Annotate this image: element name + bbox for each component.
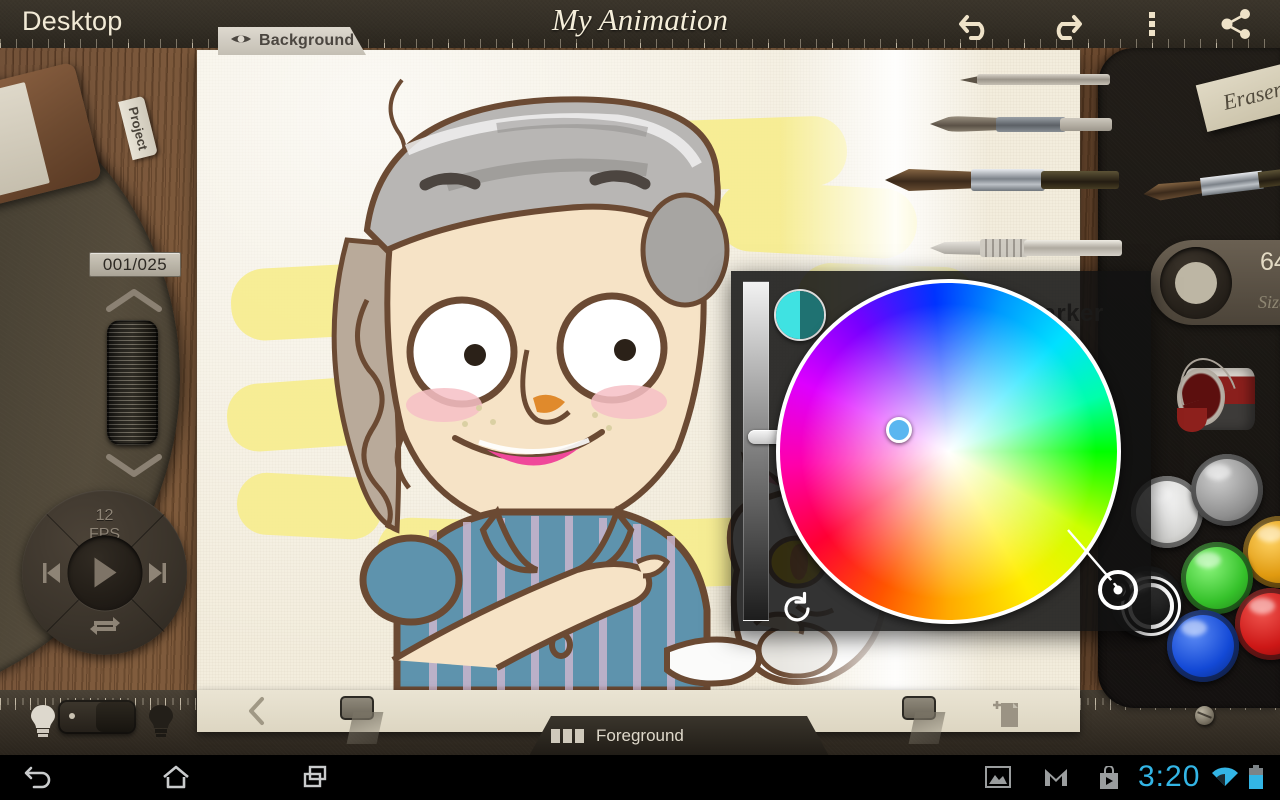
- palette-jar-gray[interactable]: [1191, 454, 1263, 526]
- brush-ferrule: [996, 117, 1066, 132]
- onion-skin-on-icon: [30, 704, 56, 743]
- gallery-icon[interactable]: [985, 766, 1011, 793]
- brush-ferrule: [971, 169, 1045, 191]
- redo-button[interactable]: [1044, 4, 1086, 44]
- previous-frame-button[interactable]: [40, 560, 66, 591]
- brush-bristles: [885, 168, 977, 192]
- brush-bristles: [930, 116, 1000, 132]
- frame-thumbnail-card: [902, 696, 936, 720]
- brightness-slider[interactable]: [743, 281, 788, 621]
- frame-thumbnail[interactable]: [902, 696, 936, 720]
- desktop-button[interactable]: Desktop: [22, 6, 122, 37]
- toggle-indicator-dot: [69, 713, 75, 719]
- layer-tab-background[interactable]: Background: [218, 27, 366, 55]
- notebook-pages: [0, 81, 50, 206]
- current-color-half: [776, 291, 800, 339]
- project-tab-label: Project: [125, 104, 151, 152]
- color-wheel-cursor[interactable]: [886, 417, 912, 443]
- add-frame-button[interactable]: [992, 695, 1024, 736]
- brush-size-preview: [1160, 247, 1232, 319]
- decorative-screw: [1195, 706, 1214, 725]
- fps-value: 12: [95, 507, 114, 524]
- toggle-knob[interactable]: [96, 702, 134, 732]
- pencil-shaft: [977, 74, 1110, 85]
- brush-handle: [1041, 171, 1119, 189]
- layer-tab-label: Foreground: [596, 726, 684, 745]
- frame-thumbnail-card: [340, 696, 374, 720]
- wifi-icon[interactable]: [1211, 767, 1239, 794]
- undo-button[interactable]: [955, 4, 997, 44]
- share-button[interactable]: [1215, 4, 1257, 44]
- battery-icon[interactable]: [1248, 765, 1264, 794]
- animation-app: Project 001/025 12 FPS: [0, 0, 1280, 800]
- tool-pencil[interactable]: [955, 72, 1110, 88]
- pen-nib: [930, 241, 986, 255]
- frame-counter[interactable]: 001/025: [89, 252, 181, 277]
- color-swatch-compare[interactable]: [774, 289, 826, 341]
- previous-color-half: [800, 291, 824, 339]
- color-reset-button[interactable]: [779, 591, 815, 632]
- pen-barrel: [1024, 240, 1122, 256]
- frame-down-button[interactable]: [104, 450, 164, 485]
- tool-paint-bucket[interactable]: [1163, 350, 1255, 434]
- loop-button[interactable]: [88, 612, 122, 643]
- frame-scroll-wheel[interactable]: [107, 320, 158, 445]
- brush-size-label: Size: [1258, 292, 1280, 312]
- frame-counter-value: 001/025: [102, 254, 168, 274]
- system-back-button[interactable]: [22, 762, 54, 797]
- tool-brush-large[interactable]: [885, 165, 1119, 195]
- brush-size-control[interactable]: 64 Size: [1150, 240, 1280, 325]
- color-wheel[interactable]: [776, 279, 1121, 624]
- play-store-icon[interactable]: [1097, 765, 1121, 795]
- app-top-bar: [0, 0, 1280, 48]
- brush-ferrule: [1200, 170, 1264, 197]
- color-picker-dialog[interactable]: [731, 271, 1151, 631]
- eraser-label: Eraser: [1220, 76, 1280, 115]
- layer-tab-label: Background: [259, 32, 355, 49]
- palette-jar-blue[interactable]: [1167, 610, 1239, 682]
- brush-size-value: 64: [1260, 248, 1280, 276]
- brush-size-dot: [1175, 262, 1217, 304]
- next-frame-button[interactable]: [143, 560, 169, 591]
- android-system-bar: 3:20: [0, 755, 1280, 800]
- onion-skin-toggle[interactable]: [58, 700, 136, 734]
- pen-grip: [980, 239, 1028, 257]
- layers-icon: [551, 729, 584, 743]
- overflow-menu-button[interactable]: [1131, 4, 1173, 44]
- frame-up-button[interactable]: [104, 285, 164, 320]
- play-button[interactable]: [67, 535, 142, 610]
- brush-bristles: [1142, 178, 1206, 203]
- frame-thumbnail[interactable]: [340, 696, 374, 720]
- playback-dpad: 12 FPS: [22, 490, 187, 655]
- system-home-button[interactable]: [160, 762, 192, 797]
- eye-icon[interactable]: [230, 32, 252, 51]
- onion-skin-off-icon: [148, 704, 174, 743]
- system-clock: 3:20: [1138, 760, 1201, 793]
- top-ruler-major: [0, 43, 1280, 48]
- brush-handle: [1060, 118, 1112, 131]
- tool-brush-small[interactable]: [930, 113, 1112, 135]
- tool-pen[interactable]: [930, 237, 1122, 259]
- system-recents-button[interactable]: [300, 762, 332, 797]
- gmail-icon[interactable]: [1043, 766, 1069, 793]
- previous-frames-button[interactable]: [247, 696, 267, 731]
- layer-tab-foreground[interactable]: Foreground: [529, 716, 829, 756]
